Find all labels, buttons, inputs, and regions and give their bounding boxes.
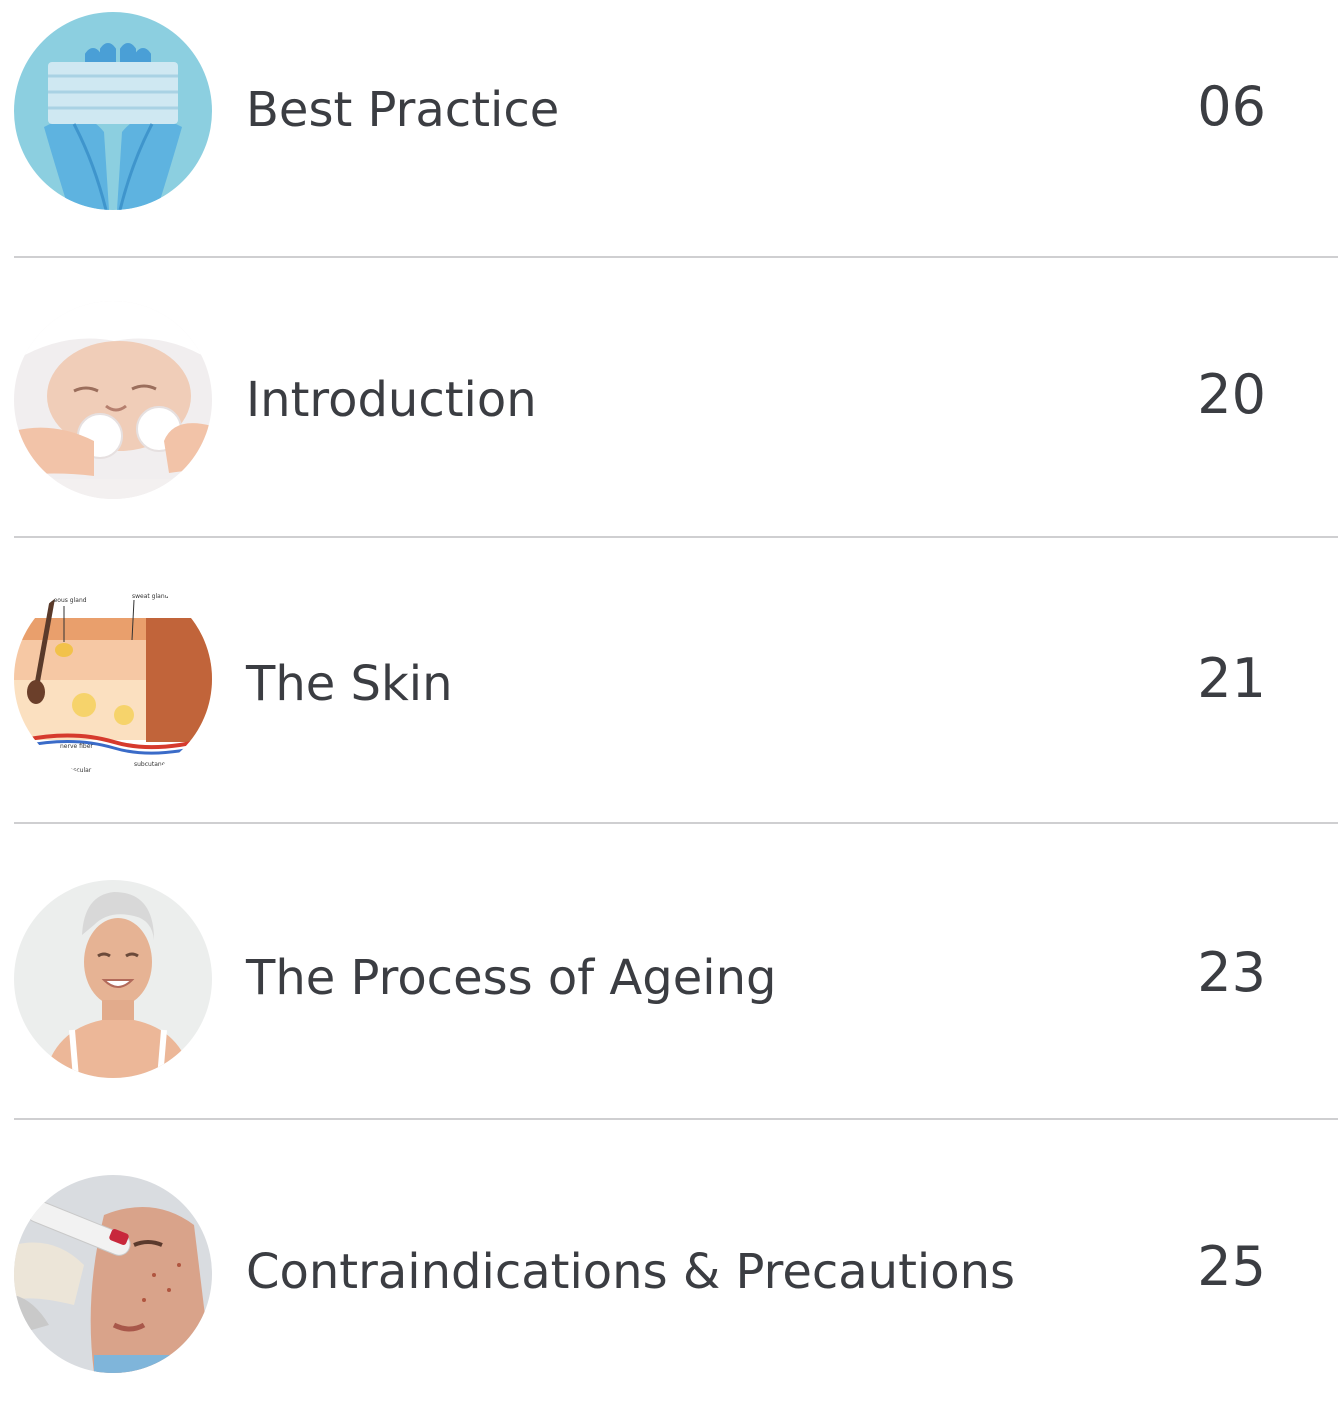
toc-page-number: 20: [1197, 363, 1266, 426]
portrait-illustration: [14, 880, 212, 1078]
treatment-illustration: [14, 1175, 212, 1373]
older-woman-portrait-thumbnail: [14, 880, 212, 1078]
toc-page-number: 21: [1197, 647, 1266, 710]
facial-illustration: [14, 301, 212, 499]
toc-row-process-of-ageing[interactable]: The Process of Ageing 23: [0, 824, 1338, 1118]
mask-illustration: [14, 12, 212, 210]
diagram-label: sebaceous gland: [36, 597, 87, 604]
toc-row-the-skin[interactable]: sebaceous gland sweat gland nerve fiber …: [0, 538, 1338, 822]
toc-row-best-practice[interactable]: Best Practice 06: [0, 0, 1338, 256]
skin-diagram-thumbnail: sebaceous gland sweat gland nerve fiber …: [14, 580, 212, 778]
microneedling-treatment-thumbnail: [14, 1175, 212, 1373]
diagram-label: vascular: [66, 767, 92, 774]
toc-page-number: 06: [1197, 75, 1266, 138]
table-of-contents: Best Practice 06 Introduction 20 sebaceo…: [0, 0, 1338, 1422]
toc-row-contraindications-precautions[interactable]: Contraindications & Precautions 25: [0, 1120, 1338, 1422]
skin-diagram-illustration: sebaceous gland sweat gland nerve fiber …: [14, 580, 212, 778]
diagram-label: subcutaneous: [134, 761, 176, 768]
toc-title: Introduction: [246, 372, 537, 428]
toc-title: The Skin: [246, 656, 453, 712]
diagram-label: sweat gland: [132, 593, 169, 600]
toc-page-number: 25: [1197, 1235, 1266, 1298]
toc-title: The Process of Ageing: [246, 950, 777, 1006]
facial-cleansing-thumbnail: [14, 301, 212, 499]
toc-title: Best Practice: [246, 82, 560, 138]
gloved-hands-mask-thumbnail: [14, 12, 212, 210]
toc-title: Contraindications & Precautions: [246, 1244, 1016, 1300]
diagram-label: nerve fiber: [60, 743, 93, 750]
toc-page-number: 23: [1197, 941, 1266, 1004]
toc-row-introduction[interactable]: Introduction 20: [0, 258, 1338, 536]
